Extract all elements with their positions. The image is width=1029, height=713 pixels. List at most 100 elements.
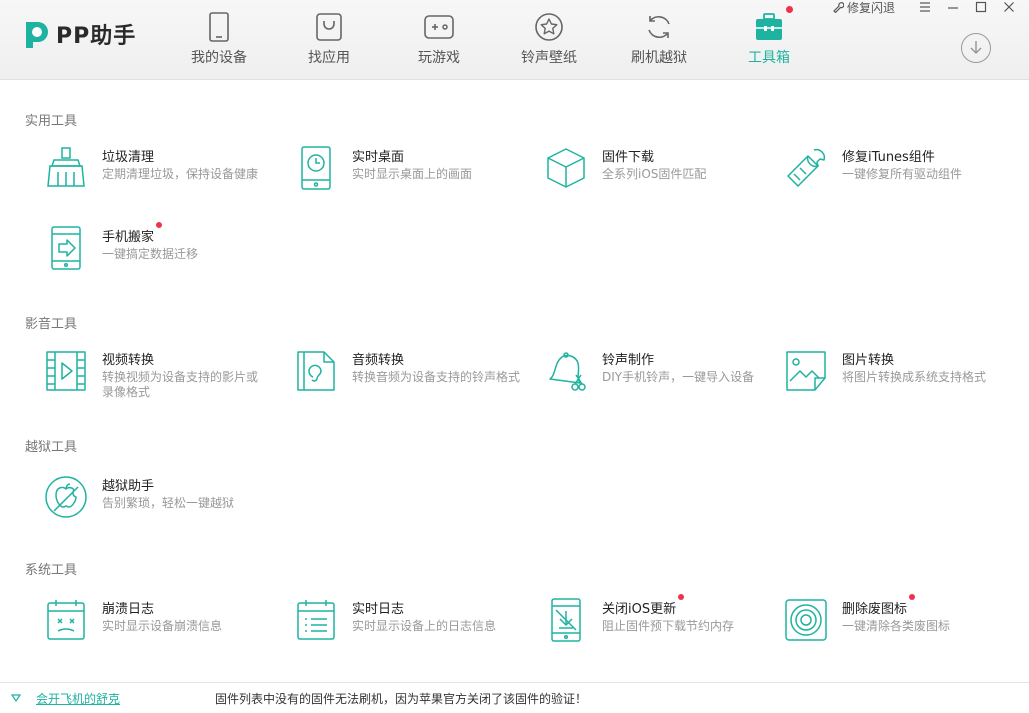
app-logo: PP助手 bbox=[20, 18, 136, 50]
menu-icon bbox=[920, 2, 930, 12]
film-icon bbox=[46, 351, 86, 391]
phone-clock-icon bbox=[301, 146, 331, 190]
tool-name: 图片转换 bbox=[842, 353, 895, 368]
download-manager-button[interactable] bbox=[961, 33, 991, 63]
notification-dot bbox=[786, 6, 793, 13]
title-bar: PP助手 我的设备 找应用 玩游戏 铃声壁纸 刷机越狱 工具箱 修复闪退 bbox=[0, 0, 1029, 80]
star-icon bbox=[535, 13, 563, 41]
tab-flash-jailbreak[interactable]: 刷机越狱 bbox=[614, 8, 704, 70]
tab-toolbox[interactable]: 工具箱 bbox=[724, 6, 814, 70]
tool-desc: 定期清理垃圾，保持设备健康 bbox=[102, 167, 259, 181]
tab-ringtones-wallpapers[interactable]: 铃声壁纸 bbox=[504, 8, 594, 70]
phone-download-icon bbox=[551, 598, 581, 642]
gamepad-icon bbox=[424, 15, 454, 39]
maximize-button[interactable] bbox=[967, 0, 995, 14]
tool-desc: 阻止固件预下载节约内存 bbox=[602, 619, 735, 633]
tool-phone-transfer[interactable]: 手机搬家 一键搞定数据迁移 bbox=[44, 222, 199, 270]
tool-desc: 告别繁琐，轻松一键越狱 bbox=[102, 496, 235, 510]
maximize-icon bbox=[975, 1, 987, 13]
log-calendar-icon bbox=[297, 600, 335, 640]
tool-name: 视频转换 bbox=[102, 353, 155, 368]
tool-desc: 将图片转换成系统支持格式 bbox=[842, 370, 987, 384]
wrench-icon bbox=[787, 148, 826, 187]
tool-name: 音频转换 bbox=[352, 353, 405, 368]
tool-delete-junk-icons[interactable]: 删除废图标 一键清除各类废图标 bbox=[784, 594, 951, 642]
tab-my-device[interactable]: 我的设备 bbox=[174, 8, 264, 70]
tool-desc: 实时显示设备上的日志信息 bbox=[352, 619, 497, 633]
tool-audio-convert[interactable]: 音频转换 转换音频为设备支持的铃声格式 bbox=[294, 349, 520, 393]
tab-label: 找应用 bbox=[308, 50, 350, 66]
tool-disable-ios-update[interactable]: 关闭iOS更新 阻止固件预下载节约内存 bbox=[544, 594, 735, 642]
close-icon bbox=[1004, 2, 1014, 12]
tool-ringtone-maker[interactable]: 铃声制作 DIY手机铃声，一键导入设备 bbox=[544, 349, 754, 393]
tool-name-text: 删除废图标 bbox=[842, 602, 908, 617]
menu-button[interactable] bbox=[911, 0, 939, 14]
shopping-bag-icon bbox=[316, 13, 342, 41]
bell-icon bbox=[549, 352, 586, 391]
refresh-icon bbox=[648, 15, 670, 39]
tool-desc: DIY手机铃声，一键导入设备 bbox=[602, 370, 755, 384]
close-button[interactable] bbox=[995, 0, 1023, 14]
tab-games[interactable]: 玩游戏 bbox=[394, 8, 484, 70]
status-bar: 会开飞机的舒克 固件列表中没有的固件无法刷机，因为苹果官方关闭了该固件的验证！ bbox=[0, 682, 1029, 713]
section-title-media: 影音工具 bbox=[25, 317, 78, 332]
tool-name: 修复iTunes组件 bbox=[842, 150, 935, 165]
tool-junk-clean[interactable]: 垃圾清理 定期清理垃圾，保持设备健康 bbox=[44, 146, 258, 190]
wrench-small-icon bbox=[833, 2, 844, 13]
tool-desc: 一键修复所有驱动组件 bbox=[842, 167, 963, 181]
new-dot bbox=[156, 222, 163, 228]
download-arrow-icon bbox=[970, 41, 982, 55]
toolbox-icon bbox=[756, 13, 782, 40]
tab-label: 工具箱 bbox=[748, 50, 790, 66]
audio-file-icon bbox=[297, 351, 335, 391]
tool-desc: 一键清除各类废图标 bbox=[842, 619, 951, 633]
tool-repair-itunes[interactable]: 修复iTunes组件 一键修复所有驱动组件 bbox=[784, 146, 962, 190]
repair-crash-button[interactable]: 修复闪退 bbox=[832, 0, 895, 16]
tool-desc: 实时显示设备崩溃信息 bbox=[102, 619, 223, 633]
tool-name: 铃声制作 bbox=[602, 353, 655, 368]
tool-name: 垃圾清理 bbox=[102, 150, 155, 165]
section-title-system: 系统工具 bbox=[25, 563, 78, 578]
tool-name: 固件下载 bbox=[602, 150, 655, 165]
triangle-down-icon[interactable] bbox=[11, 694, 21, 702]
tab-label: 铃声壁纸 bbox=[521, 50, 577, 66]
cube-icon bbox=[547, 148, 585, 188]
image-icon bbox=[786, 351, 826, 391]
tool-image-convert[interactable]: 图片转换 将图片转换成系统支持格式 bbox=[784, 349, 986, 393]
tool-name: 越狱助手 bbox=[102, 479, 155, 494]
tab-find-apps[interactable]: 找应用 bbox=[284, 8, 374, 70]
minimize-icon bbox=[948, 7, 958, 9]
repair-label: 修复闪退 bbox=[846, 0, 895, 15]
footer-notice: 固件列表中没有的固件无法刷机，因为苹果官方关闭了该固件的验证！ bbox=[215, 692, 588, 706]
window-controls: 修复闪退 bbox=[832, 0, 1023, 16]
tool-desc: 一键搞定数据迁移 bbox=[102, 247, 199, 261]
tool-name: 手机搬家 bbox=[102, 222, 163, 245]
new-dot bbox=[909, 594, 916, 600]
tab-label: 玩游戏 bbox=[418, 50, 460, 66]
new-dot bbox=[678, 594, 685, 600]
tool-live-desktop[interactable]: 实时桌面 实时显示桌面上的画面 bbox=[294, 146, 472, 190]
tool-name: 删除废图标 bbox=[842, 594, 916, 617]
tool-name: 实时日志 bbox=[352, 602, 405, 617]
tool-firmware-download[interactable]: 固件下载 全系列iOS固件匹配 bbox=[544, 146, 706, 190]
tool-desc: 实时显示桌面上的画面 bbox=[352, 167, 473, 181]
tool-desc: 转换音频为设备支持的铃声格式 bbox=[352, 370, 521, 384]
footer-link[interactable]: 会开飞机的舒克 bbox=[36, 690, 120, 707]
apple-icon bbox=[45, 476, 87, 518]
tool-name: 关闭iOS更新 bbox=[602, 594, 685, 617]
tool-jailbreak-assistant[interactable]: 越狱助手 告别繁琐，轻松一键越狱 bbox=[44, 475, 234, 519]
broom-icon bbox=[47, 147, 85, 187]
tool-crash-log[interactable]: 崩溃日志 实时显示设备崩溃信息 bbox=[44, 598, 222, 642]
tool-name: 崩溃日志 bbox=[102, 602, 155, 617]
tool-video-convert[interactable]: 视频转换 转换视频为设备支持的影片或录像格式 bbox=[44, 349, 266, 400]
minimize-button[interactable] bbox=[939, 0, 967, 14]
tool-live-log[interactable]: 实时日志 实时显示设备上的日志信息 bbox=[294, 598, 496, 642]
app-name: PP助手 bbox=[56, 24, 137, 49]
tool-name-text: 手机搬家 bbox=[102, 230, 155, 245]
tab-label: 刷机越狱 bbox=[631, 50, 687, 66]
target-icon bbox=[785, 599, 827, 641]
tool-desc: 转换视频为设备支持的影片或录像格式 bbox=[102, 370, 259, 399]
tool-name-text: 关闭iOS更新 bbox=[602, 602, 677, 617]
section-title-utility: 实用工具 bbox=[25, 114, 78, 129]
tab-label: 我的设备 bbox=[191, 50, 247, 66]
